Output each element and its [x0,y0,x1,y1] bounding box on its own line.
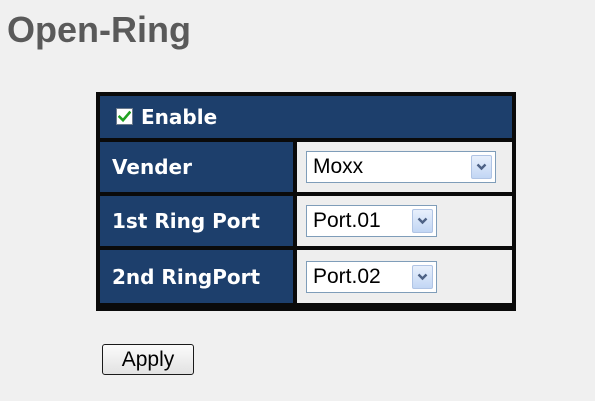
first-ring-port-dropdown-button[interactable] [412,209,433,233]
vender-dropdown-button[interactable] [471,155,492,179]
apply-button[interactable]: Apply [102,344,194,375]
enable-checkbox[interactable] [116,107,133,125]
chevron-down-icon [417,217,428,225]
enable-header-cell: Enable [100,96,512,138]
vender-value-cell: Moxx [297,142,512,192]
vender-label-cell: Vender [100,142,293,192]
second-ring-port-label: 2nd RingPort [112,264,261,289]
first-ring-port-row: 1st Ring Port Port.01 [100,196,512,246]
first-ring-port-select[interactable]: Port.01 [306,205,437,237]
second-ring-port-dropdown-button[interactable] [412,264,433,289]
enable-row: Enable [100,96,512,138]
first-ring-port-label-cell: 1st Ring Port [100,196,293,246]
first-ring-port-value-cell: Port.01 [297,196,512,246]
vender-label: Vender [112,155,192,179]
vender-select-value: Moxx [313,155,364,178]
second-ring-port-row: 2nd RingPort Port.02 [100,250,512,303]
chevron-down-icon [476,163,487,171]
second-ring-port-select-value: Port.02 [313,264,381,288]
chevron-down-icon [417,273,428,280]
second-ring-port-value-cell: Port.02 [297,250,512,303]
checkmark-icon [118,110,131,122]
second-ring-port-select[interactable]: Port.02 [306,260,437,293]
open-ring-settings-table: Enable Vender Moxx 1st Ring Port Port.01 [96,92,516,311]
first-ring-port-select-value: Port.01 [313,209,381,232]
first-ring-port-label: 1st Ring Port [112,209,260,233]
enable-label: Enable [141,105,218,129]
vender-row: Vender Moxx [100,142,512,192]
vender-select[interactable]: Moxx [306,151,496,183]
second-ring-port-label-cell: 2nd RingPort [100,250,293,303]
page-title: Open-Ring [7,9,191,50]
